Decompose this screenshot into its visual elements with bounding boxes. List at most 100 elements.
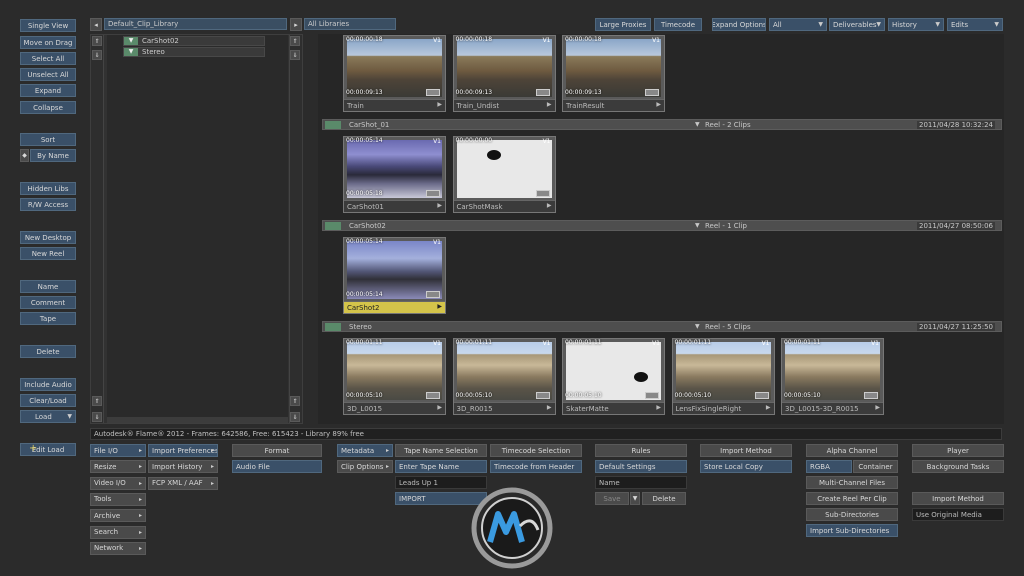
play-icon[interactable]: ▶ [437,202,442,209]
clip-name-bar[interactable]: Train_Undist ▶ [453,99,555,111]
clip-name-bar[interactable]: 3D_R0015 ▶ [453,402,555,414]
tree-right-scroll[interactable] [289,35,302,423]
play-icon[interactable]: ▶ [437,404,442,411]
desk-1-button[interactable]: New Reel [20,247,76,260]
large-proxies-button[interactable]: Large Proxies [595,18,651,31]
clip-name-bar[interactable]: CarShot01 ▶ [344,200,445,212]
tree-item-1[interactable]: ▼ Stereo [123,47,265,57]
clip-tile[interactable]: 00:00:00:18 V1 00:00:09:13 Train ▶ [343,35,446,112]
include-audio-toggle[interactable]: Include Audio [20,378,76,391]
reel-dropdown-icon[interactable]: ▼ [695,121,700,128]
clip-tile[interactable]: 00:00:05:14 V1 00:00:05:18 CarShot01 ▶ [343,136,446,213]
reel-header-3[interactable]: Stereo ▼ Reel - 5 Clips 2011/04/27 11:25:50 [322,321,1002,332]
sub-directories-button[interactable]: Sub-Directories [806,508,898,521]
rules-selector[interactable]: Default Settings [595,460,687,473]
field-tape-button[interactable]: Tape [20,312,76,325]
sort-header[interactable]: Sort [20,133,76,146]
tree-h-scrollbar[interactable] [107,417,288,423]
tree-down-arrow-icon[interactable]: ⇓ [92,50,102,60]
tool-select-all-button[interactable]: Select All [20,52,76,65]
play-icon[interactable]: ▶ [766,404,771,411]
clip-name-bar[interactable]: SkaterMatte ▶ [563,402,664,414]
timecode-button[interactable]: Timecode [654,18,702,31]
clip-tile[interactable]: 00:00:05:14 V1 00:00:05:14 CarShot2 ▶ [343,237,446,314]
clip-name-bar[interactable]: LensFixSingleRight ▶ [672,402,774,414]
expand-options-button[interactable]: Expand Options [712,18,766,31]
import-method-selector[interactable]: Store Local Copy [700,460,792,473]
tool-expand-button[interactable]: Expand [20,84,76,97]
tree-right-bottom-down-arrow-icon[interactable]: ⇓ [290,412,300,422]
library-nav-left-button[interactable]: ◂ [90,18,102,31]
clip-tile[interactable]: 00:00:01:11 V1 00:00:05:10 LensFixSingleRig… [671,338,775,415]
player-button[interactable]: Player [912,444,1004,457]
play-icon[interactable]: ▶ [656,404,661,411]
metadata-dropdown[interactable]: Metadata ▸ [337,444,393,457]
library-nav-right-button[interactable]: ▸ [290,18,302,31]
reel-collapse-icon[interactable] [325,323,341,331]
create-reel-per-clip-button[interactable]: Create Reel Per Clip [806,492,898,505]
clip-tile[interactable]: 00:00:01:11 V1 00:00:05:10 3D_L0015-3D_R001… [781,338,884,415]
play-icon[interactable]: ▶ [547,404,552,411]
clip-options-dropdown[interactable]: Clip Options ▸ [337,460,393,473]
clip-tile[interactable]: 00:00:01:11 V1 00:00:05:10 3D_L0015 ▶ [343,338,446,415]
access-0-button[interactable]: Hidden Libs [20,182,76,195]
rgba-button[interactable]: RGBA [806,460,852,473]
clip-name-bar[interactable]: TrainResult ▶ [563,99,664,111]
tree-toggle-icon[interactable]: ▼ [124,48,138,56]
bottom-menu-5[interactable]: Search ▸ [90,525,146,539]
play-icon[interactable]: ▶ [547,202,552,209]
clip-name-bar[interactable]: Train ▶ [344,99,445,111]
clip-tile[interactable]: 00:00:00:18 V1 00:00:09:13 Train_Undist ▶ [452,35,556,112]
edits-dropdown[interactable]: Edits ▼ [947,18,1003,31]
container-button[interactable]: Container [853,460,898,473]
rules-name-input[interactable]: Name [595,476,687,489]
tree-right-bottom-up-arrow-icon[interactable]: ⇑ [290,396,300,406]
access-1-button[interactable]: R/W Access [20,198,76,211]
play-icon[interactable]: ▶ [547,101,552,108]
clip-tile[interactable]: 00:00:01:11 V1 00:00:05:10 3D_R0015 ▶ [452,338,556,415]
tool-single-view-button[interactable]: Single View [20,19,76,32]
bottom-menu-4[interactable]: Archive ▸ [90,509,146,523]
bottom-menu-6[interactable]: Network ▸ [90,541,146,555]
background-tasks-button[interactable]: Background Tasks [912,460,1004,473]
tool-unselect-all-button[interactable]: Unselect All [20,68,76,81]
bottom-menu-1[interactable]: Resize ▸ [90,460,146,474]
tool-move-on-drag-button[interactable]: Move on Drag [20,36,76,49]
reel-header-1[interactable]: CarShot_01 ▼ Reel - 2 Clips 2011/04/28 10:3… [322,119,1002,130]
filter-all-dropdown[interactable]: All ▼ [769,18,827,31]
use-original-media-toggle[interactable]: Use Original Media [912,508,1004,521]
clip-tile[interactable]: 00:00:00:18 V1 00:00:09:13 TrainResult ▶ [562,35,665,112]
timecode-selector[interactable]: Timecode from Header [490,460,582,473]
tool-collapse-button[interactable]: Collapse [20,101,76,114]
tree-item-0[interactable]: ▼ CarShot02 [123,36,265,46]
clip-name-bar[interactable]: 3D_L0015-3D_R0015 ▶ [782,402,883,414]
clear-load-button[interactable]: Clear/Load [20,394,76,407]
reel-collapse-icon[interactable] [325,222,341,230]
sort-by-name-dropdown[interactable]: By Name [30,149,76,162]
play-icon[interactable]: ▶ [656,101,661,108]
rules-save-button[interactable]: Save [595,492,629,505]
reel-dropdown-icon[interactable]: ▼ [695,323,700,330]
bottom-menu-2[interactable]: Video I/O ▸ [90,476,146,490]
import-submenu-1[interactable]: Import History ▸ [148,460,218,474]
clip-tile[interactable]: 00:00:01:11 V1 00:00:05:10 SkaterMatte ▶ [562,338,665,415]
bottom-menu-3[interactable]: Tools ▸ [90,492,146,506]
tree-toggle-icon[interactable]: ▼ [124,37,138,45]
import-submenu-0[interactable]: Import Preferences ▸ [148,444,218,457]
field-name-button[interactable]: Name [20,280,76,293]
format-selector[interactable]: Audio File [232,460,322,473]
library-selector[interactable]: Default_Clip_Library [104,18,287,30]
clip-name-bar[interactable]: 3D_L0015 ▶ [344,402,445,414]
tree-bottom-down-arrow-icon[interactable]: ⇓ [92,412,102,422]
multi-channel-files-button[interactable]: Multi-Channel Files [806,476,898,489]
tree-right-up-arrow-icon[interactable]: ⇑ [290,36,300,46]
reel-header-2[interactable]: CarShot02 ▼ Reel - 1 Clip 2011/04/27 08:50:… [322,220,1002,231]
tree-bottom-up-arrow-icon[interactable]: ⇑ [92,396,102,406]
tree-right-down-arrow-icon[interactable]: ⇓ [290,50,300,60]
desk-0-button[interactable]: New Desktop [20,231,76,244]
import-method-2-button[interactable]: Import Method [912,492,1004,505]
tree-up-arrow-icon[interactable]: ⇑ [92,36,102,46]
field-comment-button[interactable]: Comment [20,296,76,309]
play-icon[interactable]: ▶ [437,303,442,310]
reel-dropdown-icon[interactable]: ▼ [695,222,700,229]
